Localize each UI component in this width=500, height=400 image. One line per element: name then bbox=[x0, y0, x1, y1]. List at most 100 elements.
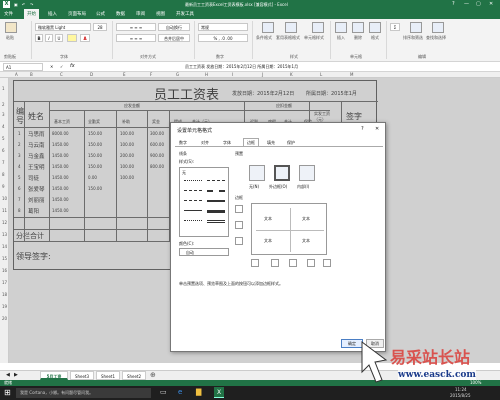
minimize-button[interactable]: — bbox=[464, 1, 469, 7]
table-format-label[interactable]: 套用表格格式 bbox=[276, 35, 300, 41]
column-header[interactable]: C bbox=[60, 72, 63, 77]
line-style-none[interactable]: 无 bbox=[182, 170, 186, 176]
row-header[interactable]: 1 bbox=[2, 86, 5, 91]
autosum-button[interactable]: Σ bbox=[390, 23, 400, 31]
help-button[interactable]: ? bbox=[452, 1, 455, 7]
preset-none-icon[interactable] bbox=[249, 165, 265, 181]
preset-inside-icon[interactable] bbox=[299, 165, 315, 181]
function-icon[interactable]: fx bbox=[70, 63, 75, 69]
row-header[interactable]: 7 bbox=[2, 160, 5, 165]
line-style-option[interactable] bbox=[184, 180, 202, 181]
bold-button[interactable]: B bbox=[35, 34, 43, 42]
row-header[interactable]: 6 bbox=[2, 148, 5, 153]
paste-icon[interactable] bbox=[5, 22, 17, 33]
close-button[interactable]: ✕ bbox=[489, 1, 493, 7]
menu-developer[interactable]: 开发工具 bbox=[176, 11, 194, 17]
delete-cells-icon[interactable] bbox=[352, 22, 364, 33]
menu-review[interactable]: 审阅 bbox=[136, 11, 145, 17]
menu-view[interactable]: 视图 bbox=[156, 11, 165, 17]
name-box[interactable]: A1 bbox=[3, 63, 43, 71]
dialog-help-button[interactable]: ? bbox=[361, 126, 364, 132]
tab-scroll-right-icon[interactable]: ▶ bbox=[14, 372, 18, 378]
wrap-text-button[interactable]: 自动换行 bbox=[158, 23, 190, 31]
border-diag-down-button[interactable] bbox=[323, 259, 331, 267]
row-header[interactable]: 4 bbox=[2, 124, 5, 129]
sheet-tab[interactable]: Sheet3 bbox=[70, 371, 94, 380]
table-format-icon[interactable] bbox=[285, 22, 297, 33]
border-right-button[interactable] bbox=[307, 259, 315, 267]
format-cells-icon[interactable] bbox=[369, 22, 381, 33]
line-style-option[interactable] bbox=[207, 220, 225, 223]
sort-filter-label[interactable]: 排序和筛选 bbox=[403, 35, 423, 41]
line-style-option[interactable] bbox=[184, 190, 202, 191]
border-center-button[interactable] bbox=[289, 259, 297, 267]
cancel-entry-icon[interactable]: ✕ bbox=[50, 64, 53, 69]
cell-style-icon[interactable] bbox=[312, 22, 324, 33]
font-color-button[interactable]: A bbox=[80, 34, 90, 42]
column-header[interactable]: H bbox=[205, 72, 208, 77]
conditional-format-icon[interactable] bbox=[262, 22, 274, 33]
row-header[interactable]: 20 bbox=[2, 316, 7, 321]
row-header[interactable]: 8 bbox=[2, 172, 5, 177]
row-header[interactable]: 3 bbox=[2, 112, 5, 117]
restore-button[interactable]: ▢ bbox=[476, 1, 481, 7]
row-header[interactable]: 17 bbox=[2, 280, 7, 285]
number-format-buttons[interactable]: % , .0 .00 bbox=[198, 34, 248, 42]
border-diag-up-button[interactable] bbox=[251, 259, 259, 267]
zoom-level[interactable]: 100% bbox=[470, 380, 481, 385]
line-style-option[interactable] bbox=[207, 180, 225, 181]
column-header[interactable]: G bbox=[176, 72, 179, 77]
italic-button[interactable]: I bbox=[45, 34, 53, 42]
line-style-option[interactable] bbox=[207, 210, 225, 213]
line-style-option[interactable] bbox=[184, 210, 202, 211]
column-header[interactable]: B bbox=[30, 72, 33, 77]
row-header[interactable]: 2 bbox=[2, 102, 5, 107]
preset-inside-label[interactable]: 内部(I) bbox=[297, 184, 309, 190]
preset-outline-label[interactable]: 外边框(O) bbox=[269, 184, 287, 190]
line-style-option[interactable] bbox=[184, 220, 202, 221]
column-header[interactable]: E bbox=[123, 72, 126, 77]
preset-none-label[interactable]: 无(N) bbox=[249, 184, 259, 190]
find-select-icon[interactable] bbox=[432, 22, 444, 33]
conditional-format-label[interactable]: 条件格式 bbox=[256, 35, 272, 41]
underline-button[interactable]: U bbox=[55, 34, 63, 42]
windows-start-icon[interactable]: ⊞ bbox=[4, 388, 11, 397]
find-select-label[interactable]: 查找和选择 bbox=[426, 35, 446, 41]
column-header[interactable]: A bbox=[15, 72, 18, 77]
line-style-option[interactable] bbox=[207, 200, 225, 202]
column-header[interactable]: D bbox=[90, 72, 93, 77]
insert-cells-label[interactable]: 插入 bbox=[337, 35, 345, 41]
tab-scroll-left-icon[interactable]: ◀ bbox=[6, 372, 10, 378]
paste-label[interactable]: 粘贴 bbox=[6, 35, 14, 41]
row-header[interactable]: 11 bbox=[2, 208, 7, 213]
font-name-select[interactable]: 微软雅黑 Light bbox=[35, 23, 91, 31]
column-header[interactable]: M bbox=[350, 72, 353, 77]
row-header[interactable]: 18 bbox=[2, 292, 7, 297]
cortana-search-box[interactable]: 我是 Cortana，小娜。有问题尽管问我。 bbox=[16, 388, 151, 398]
dialog-close-button[interactable]: ✕ bbox=[375, 126, 379, 132]
insert-cells-icon[interactable] bbox=[335, 22, 347, 33]
redo-icon[interactable]: ↷ bbox=[30, 2, 33, 7]
menu-page-layout[interactable]: 页面布局 bbox=[68, 11, 86, 17]
line-style-list[interactable]: 无 bbox=[179, 167, 229, 237]
sheet-tab-active[interactable]: 5月工资 bbox=[40, 371, 68, 380]
row-header[interactable]: 16 bbox=[2, 268, 7, 273]
menu-formulas[interactable]: 公式 bbox=[96, 11, 105, 17]
column-header[interactable]: F bbox=[150, 72, 152, 77]
border-preview[interactable]: 文本 文本 文本 文本 bbox=[251, 203, 327, 255]
line-style-option[interactable] bbox=[184, 200, 202, 201]
cell-style-label[interactable]: 单元格样式 bbox=[304, 35, 324, 41]
save-icon[interactable]: ▣ bbox=[14, 2, 18, 7]
row-header[interactable]: 13 bbox=[2, 232, 7, 237]
delete-cells-label[interactable]: 删除 bbox=[354, 35, 362, 41]
font-size-select[interactable]: 28 bbox=[93, 23, 107, 31]
color-select[interactable]: 自动 bbox=[179, 248, 229, 256]
row-header[interactable]: 12 bbox=[2, 220, 7, 225]
number-format-select[interactable]: 常规 bbox=[198, 23, 248, 31]
excel-taskbar-icon[interactable]: X bbox=[214, 387, 224, 398]
edge-browser-icon[interactable]: e bbox=[178, 388, 182, 396]
preset-outline-icon[interactable] bbox=[274, 165, 290, 181]
formula-input[interactable]: 员工工资表 发放日期：2015年2月12日 所属日期：2015年1月 bbox=[85, 63, 497, 71]
sheet-tab[interactable]: Sheet2 bbox=[122, 371, 146, 380]
border-left-button[interactable] bbox=[271, 259, 279, 267]
